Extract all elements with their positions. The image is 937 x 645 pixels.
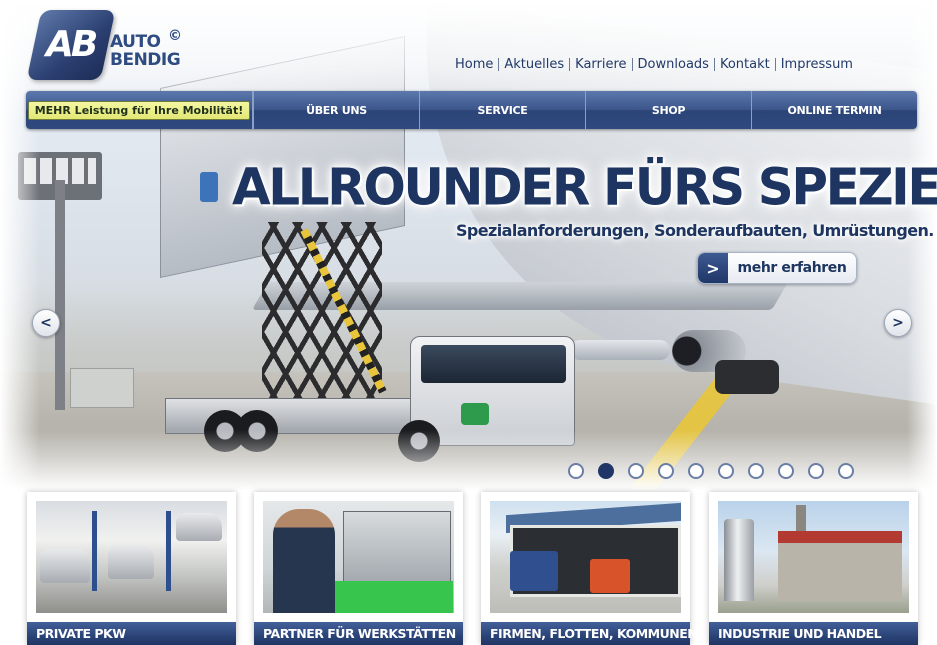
promo-slot: MEHR Leistung für Ihre Mobilität! [26,91,253,129]
page: AB AUTO BENDIG © Home Aktuelles Karriere… [0,0,937,645]
slider-dot[interactable] [748,463,764,479]
slider-dot[interactable] [838,463,854,479]
distant-aircraft [570,340,670,360]
promo-badge[interactable]: MEHR Leistung für Ihre Mobilität! [27,100,251,120]
slider-pagination [568,463,868,479]
mehr-erfahren-button[interactable]: > mehr erfahren [697,252,857,284]
slider-dot[interactable] [628,463,644,479]
main-navigation-bar: MEHR Leistung für Ihre Mobilität! ÜBER U… [26,91,917,129]
tile-photo-depot [490,501,681,613]
logo-monogram: AB [46,24,98,65]
bottom-fade [0,430,937,490]
slider-dot[interactable] [718,463,734,479]
tile-photo-technician [263,501,454,613]
brand-logo[interactable]: AB AUTO BENDIG © [26,10,196,84]
chevron-right-icon: > [698,253,728,283]
topnav-home[interactable]: Home [450,57,498,72]
mainnav-online-termin[interactable]: ONLINE TERMIN [751,91,917,129]
topnav-downloads[interactable]: Downloads [633,57,714,72]
chevron-right-icon: > [892,315,904,331]
tile-private-pkw[interactable]: PRIVATE PKW [27,492,236,645]
slider-next-button[interactable]: > [884,309,912,337]
logo-text-line2: BENDIG [110,50,181,70]
tile-industrie-handel[interactable]: INDUSTRIE UND HANDEL [709,492,918,645]
topnav-aktuelles[interactable]: Aktuelles [499,57,569,72]
slider-dot[interactable] [688,463,704,479]
floodlight-pole [55,180,65,410]
logo-text-line1: AUTO [110,32,161,52]
slider-dot[interactable] [568,463,584,479]
mehr-erfahren-label: mehr erfahren [737,260,847,276]
chevron-left-icon: < [40,315,52,331]
tile-caption: PRIVATE PKW [27,622,236,645]
slider-dot[interactable] [598,463,614,479]
tile-photo-workshop [36,501,227,613]
slider-dot[interactable] [658,463,674,479]
truck-chassis [165,398,415,434]
hero-subline: Spezialanforderungen, Sonderaufbauten, U… [456,221,934,240]
container-logo [200,172,218,202]
topnav-impressum[interactable]: Impressum [776,57,858,72]
mainnav-service[interactable]: SERVICE [419,91,585,129]
edge-fade [907,0,937,490]
copyright-symbol: © [168,28,182,44]
hero-headline: ALLROUNDER FÜRS SPEZIELLE [232,157,937,217]
mainnav-shop[interactable]: SHOP [585,91,751,129]
mainnav-ueber-uns[interactable]: ÜBER UNS [253,91,419,129]
landing-gear [715,360,779,394]
slider-dot[interactable] [808,463,824,479]
top-navigation: Home Aktuelles Karriere Downloads Kontak… [450,56,858,72]
distant-building [70,368,134,408]
tile-caption: INDUSTRIE UND HANDEL [709,622,918,645]
slider-dot[interactable] [778,463,794,479]
slider-prev-button[interactable]: < [32,309,60,337]
tile-firmen-flotten-kommunen[interactable]: FIRMEN, FLOTTEN, KOMMUNEN [481,492,698,645]
topnav-karriere[interactable]: Karriere [570,57,631,72]
scissor-lift [262,222,382,412]
tile-caption: PARTNER FÜR WERKSTÄTTEN [254,622,463,645]
topnav-kontakt[interactable]: Kontakt [715,57,775,72]
tile-partner-werkstaetten[interactable]: PARTNER FÜR WERKSTÄTTEN [254,492,463,645]
tile-caption: FIRMEN, FLOTTEN, KOMMUNEN [481,622,698,645]
tile-photo-industry [718,501,909,613]
